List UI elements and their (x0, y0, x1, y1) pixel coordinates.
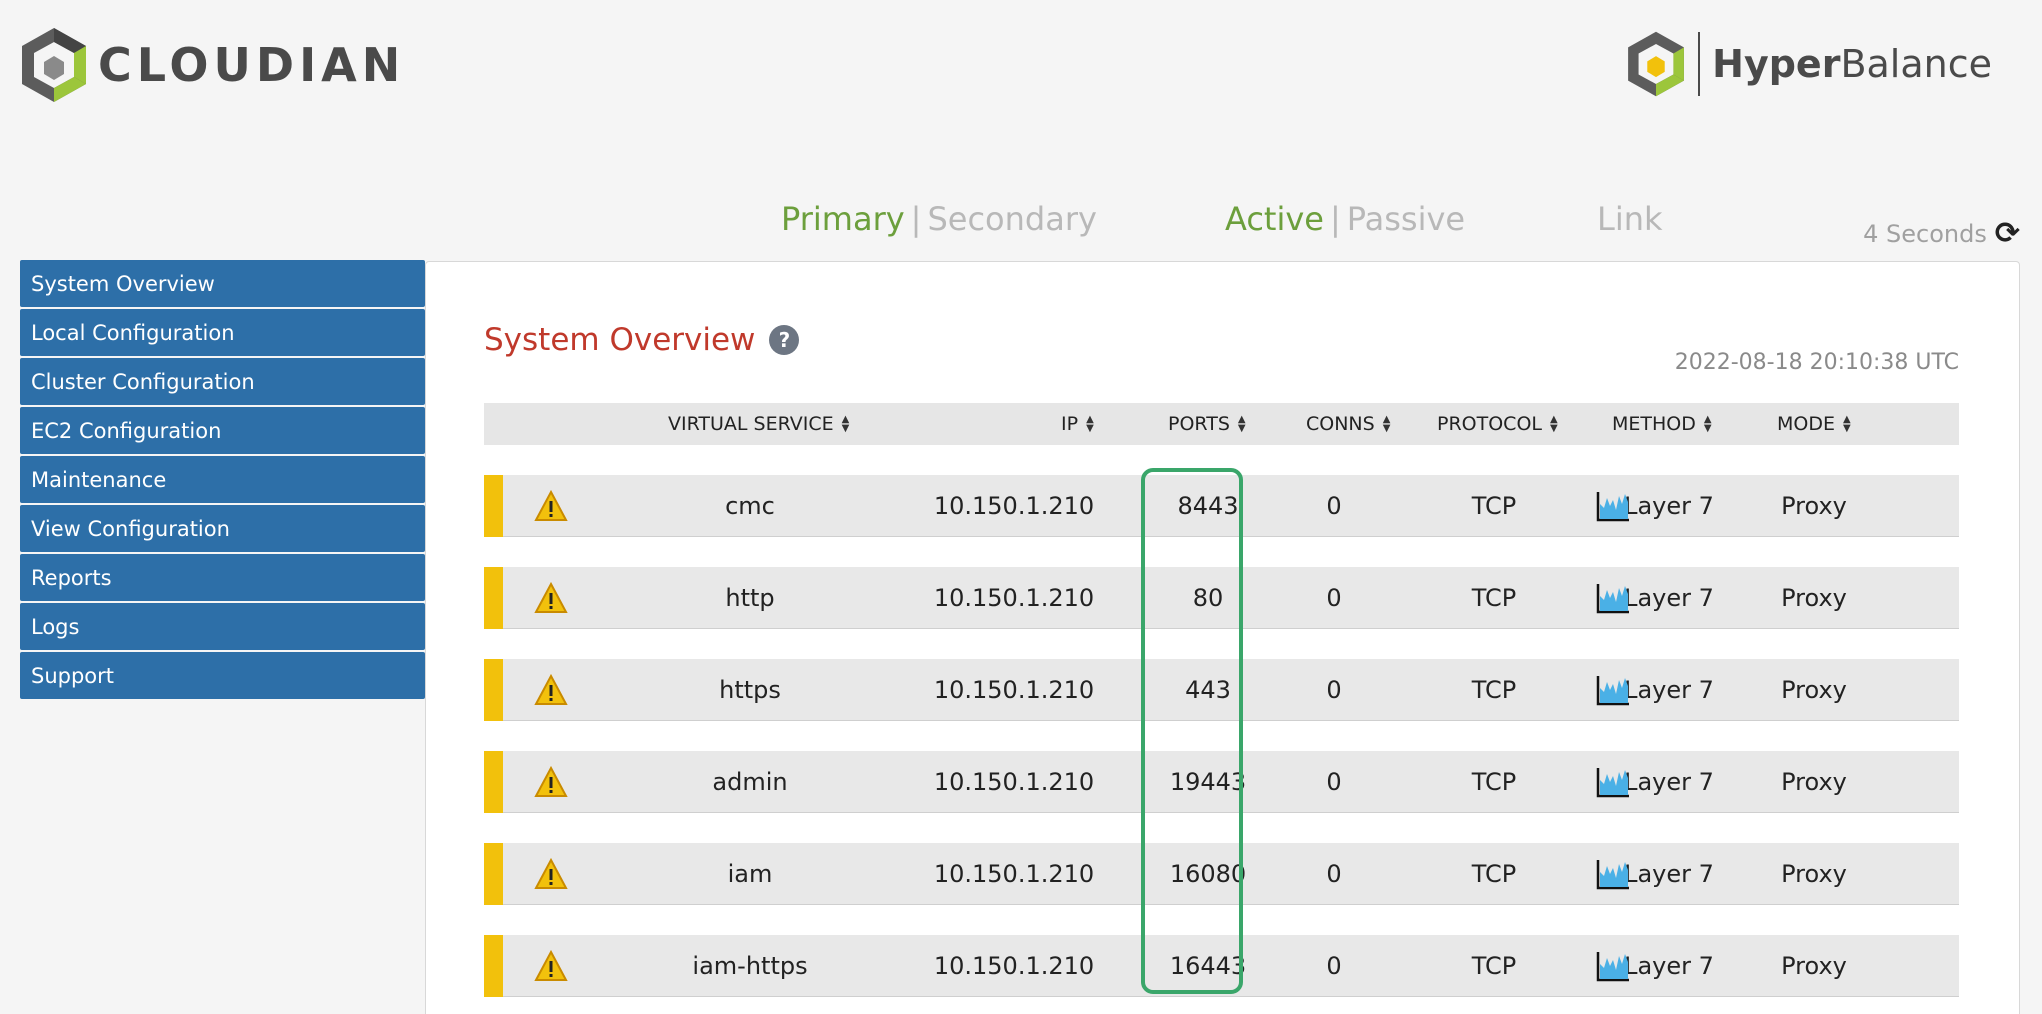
cell-service: iam (727, 860, 773, 888)
role-secondary[interactable]: Secondary (927, 200, 1096, 238)
sidebar-item-maintenance[interactable]: Maintenance (20, 456, 425, 503)
cell-protocol: TCP (1471, 768, 1517, 796)
state-status: Active | Passive (1225, 200, 1466, 238)
cell-ip: 10.150.1.210 (933, 768, 1095, 796)
chart-icon[interactable] (1596, 766, 1630, 798)
chart-icon[interactable] (1596, 582, 1630, 614)
warning-icon (534, 950, 568, 981)
role-primary[interactable]: Primary (781, 200, 905, 238)
col-mode[interactable]: MODE ▲ ▼ (1777, 403, 1851, 445)
cell-conns: 0 (1326, 584, 1342, 612)
cell-mode: Proxy (1781, 492, 1847, 520)
page-title-text: System Overview (484, 322, 756, 358)
sidebar-item-support[interactable]: Support (20, 652, 425, 699)
cell-mode: Proxy (1781, 676, 1847, 704)
cloudian-wordmark: CLOUDIAN (98, 38, 406, 92)
page: CLOUDIAN HyperBalance Primary | Secondary … (0, 0, 2042, 1014)
col-conns[interactable]: CONNS ▲ ▼ (1306, 403, 1390, 445)
sort-icon: ▲ ▼ (1086, 414, 1094, 434)
cell-protocol: TCP (1471, 584, 1517, 612)
sidebar-item-cluster-configuration[interactable]: Cluster Configuration (20, 358, 425, 405)
refresh-icon[interactable]: ⟳ (1995, 216, 2020, 251)
warning-icon (534, 490, 568, 521)
chart-icon[interactable] (1596, 674, 1630, 706)
status-bar (484, 567, 503, 629)
cell-conns: 0 (1326, 860, 1342, 888)
sidebar-item-logs[interactable]: Logs (20, 603, 425, 650)
sort-icon: ▲ ▼ (1842, 414, 1851, 434)
cell-mode: Proxy (1781, 768, 1847, 796)
cell-protocol: TCP (1471, 492, 1517, 520)
cell-ip: 10.150.1.210 (933, 676, 1095, 704)
cell-mode: Proxy (1781, 584, 1847, 612)
state-passive[interactable]: Passive (1347, 200, 1465, 238)
sort-icon: ▲ ▼ (1549, 414, 1558, 434)
timestamp: 2022-08-18 20:10:38 UTC (1674, 350, 1959, 375)
col-protocol[interactable]: PROTOCOL ▲ ▼ (1437, 403, 1558, 445)
col-ip[interactable]: IP ▲ ▼ (1061, 403, 1094, 445)
logo-divider (1698, 32, 1701, 96)
cell-protocol: TCP (1471, 676, 1517, 704)
warning-icon (534, 582, 568, 613)
sidebar-item-ec2-configuration[interactable]: EC2 Configuration (20, 407, 425, 454)
status-bar (484, 475, 503, 537)
cloudian-logo: CLOUDIAN (20, 26, 405, 104)
chart-icon[interactable] (1596, 858, 1630, 890)
table-header: VIRTUAL SERVICE ▲ ▼ IP ▲ ▼ PORTS ▲ ▼ CONNS ▲ ▼ P… (484, 403, 1959, 445)
warning-icon (534, 858, 568, 889)
state-active[interactable]: Active (1225, 200, 1324, 238)
sidebar-item-view-configuration[interactable]: View Configuration (20, 505, 425, 552)
cell-mode: Proxy (1781, 952, 1847, 980)
sort-icon: ▲ ▼ (841, 414, 850, 434)
col-ports[interactable]: PORTS ▲ ▼ (1168, 403, 1246, 445)
cell-protocol: TCP (1471, 952, 1517, 980)
cell-ip: 10.150.1.210 (933, 584, 1095, 612)
ports-highlight-box (1141, 468, 1243, 994)
cell-service: iam-https (692, 952, 808, 980)
chart-icon[interactable] (1596, 490, 1630, 522)
cell-service: admin (712, 768, 788, 796)
cell-ip: 10.150.1.210 (933, 492, 1095, 520)
sidebar-item-local-configuration[interactable]: Local Configuration (20, 309, 425, 356)
cell-conns: 0 (1326, 952, 1342, 980)
sort-icon: ▲ ▼ (1237, 414, 1246, 434)
page-title: System Overview ? (484, 322, 800, 358)
help-icon[interactable]: ? (769, 325, 800, 355)
cell-conns: 0 (1326, 492, 1342, 520)
col-virtual-service[interactable]: VIRTUAL SERVICE ▲ ▼ (668, 403, 849, 445)
warning-icon (534, 766, 568, 797)
col-method[interactable]: METHOD ▲ ▼ (1612, 403, 1712, 445)
role-status: Primary | Secondary (781, 200, 1097, 238)
link-label[interactable]: Link (1597, 200, 1663, 238)
sidebar-item-reports[interactable]: Reports (20, 554, 425, 601)
cell-service: https (719, 676, 781, 704)
hyperbalance-logo: HyperBalance (1626, 30, 1992, 98)
cell-ip: 10.150.1.210 (933, 952, 1095, 980)
sidebar-item-system-overview[interactable]: System Overview (20, 260, 425, 307)
warning-icon (534, 674, 568, 705)
cloudian-cube-icon (22, 28, 86, 102)
status-bar (484, 935, 503, 997)
hyperbalance-wordmark: HyperBalance (1712, 42, 1992, 86)
sidebar: System Overview Local Configuration Clus… (20, 260, 425, 701)
link-status: Link (1597, 200, 1663, 238)
sort-icon: ▲ ▼ (1382, 414, 1391, 434)
status-bar (484, 659, 503, 721)
chart-icon[interactable] (1596, 950, 1630, 982)
cell-mode: Proxy (1781, 860, 1847, 888)
sort-icon: ▲ ▼ (1703, 414, 1712, 434)
cell-ip: 10.150.1.210 (933, 860, 1095, 888)
refresh-interval: 4 Seconds (1863, 219, 1987, 248)
cell-conns: 0 (1326, 768, 1342, 796)
cell-conns: 0 (1326, 676, 1342, 704)
status-row: Primary | Secondary Active | Passive Link (0, 200, 2042, 244)
status-bar (484, 843, 503, 905)
cell-service: http (725, 584, 775, 612)
refresh-control[interactable]: 4 Seconds ⟳ (1863, 216, 2020, 251)
hyperbalance-cube-icon (1628, 31, 1685, 97)
cell-protocol: TCP (1471, 860, 1517, 888)
status-bar (484, 751, 503, 813)
cell-service: cmc (725, 492, 775, 520)
